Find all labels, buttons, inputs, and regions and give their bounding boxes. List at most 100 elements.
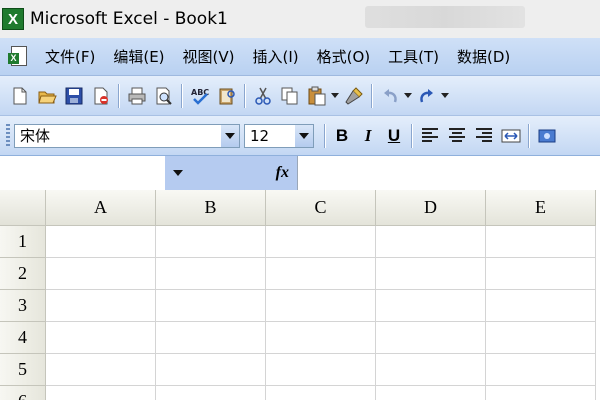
cut-icon — [254, 87, 271, 105]
cell-c1[interactable] — [266, 226, 376, 258]
print-button[interactable] — [123, 82, 150, 110]
cell-c5[interactable] — [266, 354, 376, 386]
font-size-value: 12 — [250, 126, 270, 145]
column-header-b[interactable]: B — [156, 190, 266, 226]
cell-b6[interactable] — [156, 386, 266, 400]
cell-a5[interactable] — [46, 354, 156, 386]
align-left-button[interactable] — [416, 122, 443, 150]
row-header-2[interactable]: 2 — [0, 258, 46, 290]
row-header-1[interactable]: 1 — [0, 226, 46, 258]
cell-e6[interactable] — [486, 386, 596, 400]
save-button[interactable] — [60, 82, 87, 110]
select-all-corner[interactable] — [0, 190, 46, 226]
currency-style-button[interactable] — [533, 122, 560, 150]
toolbar-separator — [411, 123, 412, 148]
workbook-control-icon[interactable]: X — [8, 45, 30, 69]
menu-format[interactable]: 格式(O) — [308, 46, 380, 67]
cell-a4[interactable] — [46, 322, 156, 354]
redo-dropdown[interactable] — [440, 82, 450, 110]
cell-b4[interactable] — [156, 322, 266, 354]
cell-c2[interactable] — [266, 258, 376, 290]
table-row: 3 — [0, 290, 600, 322]
excel-app-icon[interactable]: X — [2, 8, 24, 30]
cell-d6[interactable] — [376, 386, 486, 400]
new-button[interactable] — [6, 82, 33, 110]
font-name-value: 宋体 — [20, 127, 51, 145]
toolbar-grip[interactable] — [6, 123, 10, 148]
cell-d3[interactable] — [376, 290, 486, 322]
cell-c4[interactable] — [266, 322, 376, 354]
toolbar-separator — [528, 123, 529, 148]
toolbar-separator — [244, 83, 245, 108]
bold-button[interactable]: B — [329, 122, 355, 150]
table-row: 2 — [0, 258, 600, 290]
print-preview-button[interactable] — [150, 82, 177, 110]
undo-dropdown[interactable] — [403, 82, 413, 110]
cell-d5[interactable] — [376, 354, 486, 386]
paste-button[interactable] — [303, 82, 330, 110]
window-title: Microsoft Excel - Book1 — [30, 9, 228, 29]
cell-e3[interactable] — [486, 290, 596, 322]
column-header-d[interactable]: D — [376, 190, 486, 226]
font-name-select[interactable]: 宋体 — [14, 123, 240, 148]
menu-edit[interactable]: 编辑(E) — [104, 46, 173, 67]
font-name-dropdown-arrow[interactable] — [221, 124, 239, 147]
menu-data[interactable]: 数据(D) — [448, 46, 519, 67]
permission-button[interactable] — [87, 82, 114, 110]
align-right-button[interactable] — [470, 122, 497, 150]
copy-button[interactable] — [276, 82, 303, 110]
menu-file[interactable]: 文件(F) — [36, 46, 104, 67]
format-painter-button[interactable] — [340, 82, 367, 110]
font-size-select[interactable]: 12 — [244, 123, 314, 148]
name-box-dropdown[interactable] — [165, 156, 191, 190]
cell-a1[interactable] — [46, 226, 156, 258]
cell-a3[interactable] — [46, 290, 156, 322]
blurred-title-region — [365, 6, 525, 28]
menu-view[interactable]: 视图(V) — [174, 46, 244, 67]
open-button[interactable] — [33, 82, 60, 110]
cell-a2[interactable] — [46, 258, 156, 290]
merge-center-button[interactable] — [497, 122, 524, 150]
align-center-button[interactable] — [443, 122, 470, 150]
menu-tools[interactable]: 工具(T) — [379, 46, 448, 67]
cut-button[interactable] — [249, 82, 276, 110]
cell-a6[interactable] — [46, 386, 156, 400]
menu-insert[interactable]: 插入(I) — [244, 46, 308, 67]
cell-b1[interactable] — [156, 226, 266, 258]
spelling-button[interactable]: ABC — [186, 82, 213, 110]
cell-b5[interactable] — [156, 354, 266, 386]
research-button[interactable] — [213, 82, 240, 110]
paste-icon — [308, 86, 325, 105]
row-header-4[interactable]: 4 — [0, 322, 46, 354]
table-row: 6 — [0, 386, 600, 400]
underline-button[interactable]: U — [381, 122, 407, 150]
insert-function-button[interactable]: fx — [191, 156, 297, 190]
column-header-c[interactable]: C — [266, 190, 376, 226]
font-size-dropdown-arrow[interactable] — [295, 124, 313, 147]
cell-e1[interactable] — [486, 226, 596, 258]
research-icon — [219, 88, 235, 104]
row-header-3[interactable]: 3 — [0, 290, 46, 322]
cell-c6[interactable] — [266, 386, 376, 400]
formula-input[interactable] — [297, 156, 600, 190]
cell-b2[interactable] — [156, 258, 266, 290]
redo-button[interactable] — [413, 82, 440, 110]
print-preview-icon — [156, 87, 172, 105]
name-box[interactable] — [0, 156, 165, 190]
cell-e2[interactable] — [486, 258, 596, 290]
cell-d4[interactable] — [376, 322, 486, 354]
column-header-e[interactable]: E — [486, 190, 596, 226]
table-row: 4 — [0, 322, 600, 354]
column-header-a[interactable]: A — [46, 190, 156, 226]
cell-d2[interactable] — [376, 258, 486, 290]
paste-options-dropdown[interactable] — [330, 82, 340, 110]
cell-e4[interactable] — [486, 322, 596, 354]
cell-b3[interactable] — [156, 290, 266, 322]
undo-button[interactable] — [376, 82, 403, 110]
row-header-5[interactable]: 5 — [0, 354, 46, 386]
cell-e5[interactable] — [486, 354, 596, 386]
cell-d1[interactable] — [376, 226, 486, 258]
cell-c3[interactable] — [266, 290, 376, 322]
italic-button[interactable]: I — [355, 122, 381, 150]
row-header-6[interactable]: 6 — [0, 386, 46, 400]
